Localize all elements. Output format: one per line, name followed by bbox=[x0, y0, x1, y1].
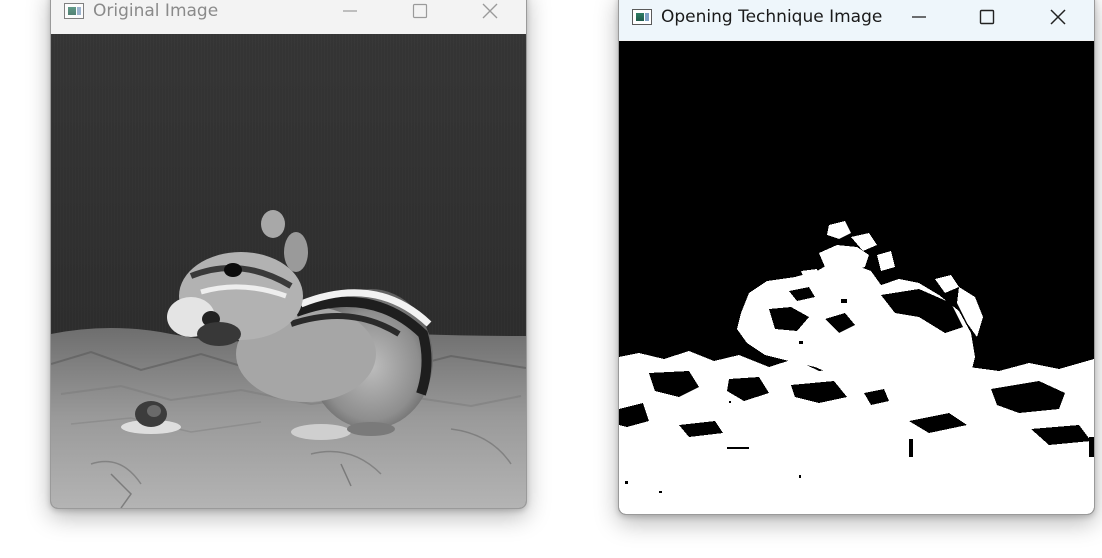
close-icon bbox=[1050, 9, 1066, 25]
original-image-window[interactable]: Original Image bbox=[50, 0, 527, 509]
maximize-button[interactable] bbox=[397, 0, 443, 27]
desktop: Original Image Opening Technique Image bbox=[0, 0, 1102, 558]
maximize-icon bbox=[979, 9, 995, 25]
app-window-icon bbox=[64, 3, 84, 19]
minimize-icon bbox=[343, 10, 357, 12]
chipmunk-photo bbox=[51, 34, 526, 508]
window-title: Opening Technique Image bbox=[661, 7, 883, 27]
minimize-button[interactable] bbox=[896, 1, 942, 33]
opening-image-canvas bbox=[619, 41, 1094, 514]
binary-mask-image bbox=[619, 41, 1094, 514]
minimize-icon bbox=[912, 16, 926, 18]
maximize-button[interactable] bbox=[964, 1, 1010, 33]
titlebar[interactable]: Opening Technique Image bbox=[619, 0, 1094, 40]
original-image-canvas bbox=[51, 34, 526, 508]
window-title: Original Image bbox=[93, 1, 219, 21]
close-icon bbox=[482, 3, 498, 19]
titlebar[interactable]: Original Image bbox=[51, 0, 526, 33]
maximize-icon bbox=[412, 3, 428, 19]
close-button[interactable] bbox=[1035, 1, 1081, 33]
minimize-button[interactable] bbox=[327, 0, 373, 27]
app-window-icon bbox=[632, 9, 652, 25]
close-button[interactable] bbox=[467, 0, 513, 27]
opening-image-window[interactable]: Opening Technique Image bbox=[618, 0, 1095, 515]
